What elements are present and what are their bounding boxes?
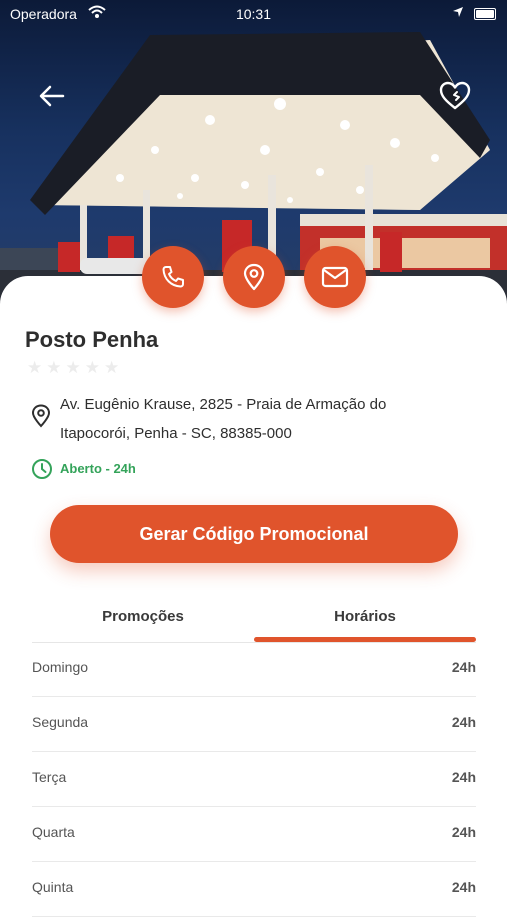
map-pin-icon	[243, 263, 265, 291]
favorite-button[interactable]	[438, 80, 472, 112]
day-label: Quarta	[32, 824, 75, 840]
tab-horarios[interactable]: Horários	[254, 600, 476, 642]
hours-value: 24h	[451, 659, 476, 675]
map-button[interactable]	[223, 246, 285, 308]
star-rating: ★ ★ ★ ★ ★	[27, 359, 119, 376]
day-label: Terça	[32, 769, 67, 785]
battery-icon	[474, 8, 496, 20]
star-icon: ★	[65, 358, 81, 377]
hours-value: 24h	[451, 824, 476, 840]
back-arrow-icon	[39, 85, 65, 107]
list-item: Quarta 24h	[32, 807, 476, 862]
clock-icon	[32, 459, 52, 479]
status-bar: Operadora 10:31	[0, 0, 507, 28]
tab-bar: Promoções Horários	[32, 600, 476, 643]
star-icon: ★	[84, 358, 100, 377]
list-item: Segunda 24h	[32, 697, 476, 752]
address-line-1: Av. Eugênio Krause, 2825 - Praia de Arma…	[60, 396, 387, 413]
star-icon: ★	[27, 358, 43, 377]
day-label: Domingo	[32, 659, 89, 675]
star-icon: ★	[46, 358, 62, 377]
back-button[interactable]	[36, 80, 68, 112]
list-item: Quinta 24h	[32, 862, 476, 917]
list-item: Terça 24h	[32, 752, 476, 807]
list-item: Domingo 24h	[32, 642, 476, 697]
tab-label: Promoções	[102, 608, 184, 625]
generate-promo-code-button[interactable]: Gerar Código Promocional	[50, 505, 458, 563]
day-label: Segunda	[32, 714, 89, 730]
opening-hours-list: Domingo 24h Segunda 24h Terça 24h Quarta…	[32, 642, 476, 917]
tab-label: Horários	[334, 608, 396, 625]
tab-promocoes[interactable]: Promoções	[32, 600, 254, 640]
station-name: Posto Penha	[25, 327, 159, 352]
station-address: Av. Eugênio Krause, 2825 - Praia de Arma…	[60, 390, 440, 448]
hours-value: 24h	[451, 769, 476, 785]
phone-icon	[162, 266, 184, 288]
hours-value: 24h	[451, 879, 476, 895]
email-button[interactable]	[304, 246, 366, 308]
location-arrow-icon	[453, 7, 463, 17]
clock-time: 10:31	[235, 6, 272, 22]
hours-value: 24h	[451, 714, 476, 730]
star-icon: ★	[104, 358, 120, 377]
mail-icon	[321, 266, 349, 288]
day-label: Quinta	[32, 879, 74, 895]
location-pin-icon	[31, 404, 51, 428]
address-line-2: Itapocorói, Penha - SC, 88385-000	[60, 425, 292, 442]
heart-icon	[439, 81, 471, 110]
open-status: Aberto - 24h	[60, 461, 136, 476]
call-button[interactable]	[142, 246, 204, 308]
